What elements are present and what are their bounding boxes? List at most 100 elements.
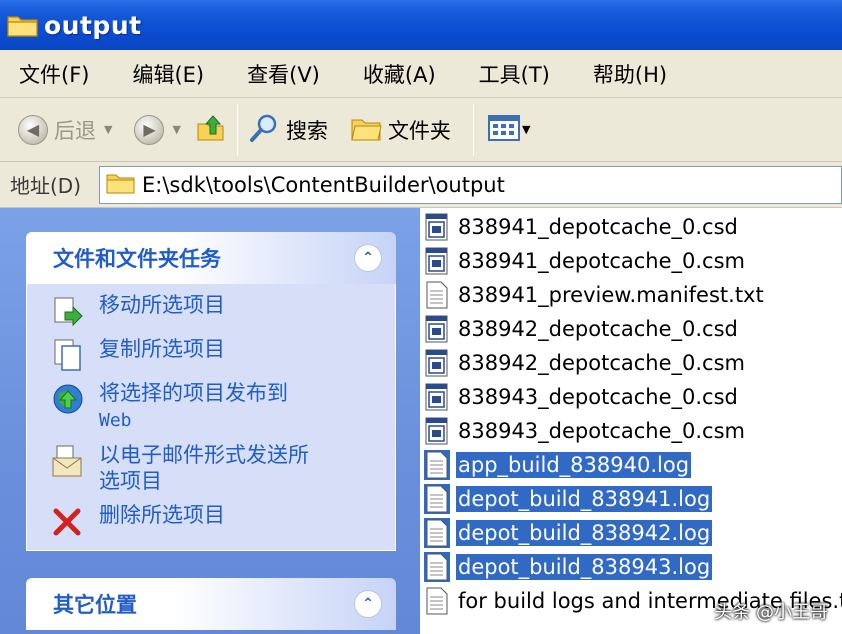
text-file-icon — [424, 586, 450, 616]
watermark: 头条 @小王哥 — [714, 602, 828, 623]
views-button[interactable]: ▼ — [487, 106, 530, 154]
folders-button[interactable]: 文件夹 — [350, 106, 451, 154]
toolbar-separator — [236, 103, 238, 156]
data-file-icon — [424, 382, 450, 412]
menu-favorites[interactable]: 收藏(A) — [363, 59, 436, 89]
menu-edit[interactable]: 编辑(E) — [132, 59, 204, 89]
menu-bar: 文件(F) 编辑(E) 查看(V) 收藏(A) 工具(T) 帮助(H) — [0, 50, 842, 98]
text-file-icon — [424, 280, 450, 310]
up-folder-button[interactable] — [195, 106, 227, 154]
file-name: app_build_838940.log — [456, 452, 692, 478]
file-list: 838941_depotcache_0.csd 838941_depotcache… — [420, 208, 842, 634]
task-label: 移动所选项目 — [99, 293, 225, 317]
file-name: 838942_depotcache_0.csm — [458, 351, 745, 375]
address-path: E:\sdk\tools\ContentBuilder\output — [142, 173, 505, 197]
back-dropdown-icon[interactable]: ▼ — [104, 123, 112, 136]
file-name: depot_build_838941.log — [456, 486, 713, 512]
folder-icon — [6, 12, 40, 38]
panel-title: 文件和文件夹任务 — [53, 247, 221, 271]
delete-icon — [51, 504, 85, 538]
file-name: depot_build_838943.log — [456, 554, 713, 580]
task-move[interactable]: 移动所选项目 — [51, 292, 385, 328]
file-tasks-body: 移动所选项目 复制所选项目 将选择的项目发布到 Web 以电子邮件形式发送所 选… — [26, 284, 396, 551]
text-file-icon — [424, 552, 450, 582]
file-name: 838941_preview.manifest.txt — [458, 283, 764, 307]
file-row[interactable]: 838941_preview.manifest.txt — [420, 278, 842, 312]
copy-icon — [51, 338, 85, 372]
file-tasks-panel: 文件和文件夹任务 ⌃ 移动所选项目 复制所选项目 将选择的项目发布到 Web 以… — [26, 232, 396, 551]
file-name: depot_build_838942.log — [456, 520, 713, 546]
task-label: 以电子邮件形式发送所 选项目 — [99, 442, 309, 494]
file-row[interactable]: 838942_depotcache_0.csm — [420, 346, 842, 380]
file-name: 838941_depotcache_0.csm — [458, 249, 745, 273]
title-bar[interactable]: output — [0, 0, 842, 50]
collapse-icon[interactable]: ⌃ — [354, 590, 382, 618]
data-file-icon — [424, 348, 450, 378]
move-icon — [51, 294, 85, 328]
file-row[interactable]: 838943_depotcache_0.csd — [420, 380, 842, 414]
views-grid-icon — [487, 114, 520, 146]
task-email[interactable]: 以电子邮件形式发送所 选项目 — [51, 442, 385, 494]
back-label: 后退 — [54, 118, 96, 143]
text-file-icon — [424, 450, 450, 480]
task-label-line1: 以电子邮件形式发送所 — [99, 443, 309, 467]
toolbar-separator — [472, 103, 474, 156]
address-input[interactable]: E:\sdk\tools\ContentBuilder\output — [99, 166, 842, 204]
task-publish-web[interactable]: 将选择的项目发布到 Web — [51, 380, 385, 434]
forward-button[interactable]: ▶ ▼ — [134, 106, 181, 154]
file-row[interactable]: 838941_depotcache_0.csd — [420, 210, 842, 244]
search-button[interactable]: 搜索 — [248, 106, 328, 154]
other-places-panel: 其它位置 ⌃ — [26, 578, 396, 630]
task-label-line1: 将选择的项目发布到 — [99, 381, 288, 405]
task-label-line2: Web — [99, 410, 132, 431]
task-label: 复制所选项目 — [99, 337, 225, 361]
menu-view[interactable]: 查看(V) — [247, 59, 320, 89]
data-file-icon — [424, 314, 450, 344]
file-name: 838941_depotcache_0.csd — [458, 215, 738, 239]
file-tasks-header[interactable]: 文件和文件夹任务 ⌃ — [26, 232, 396, 284]
text-file-icon — [424, 484, 450, 514]
menu-file[interactable]: 文件(F) — [19, 59, 89, 89]
data-file-icon — [424, 246, 450, 276]
address-bar: 地址(D) E:\sdk\tools\ContentBuilder\output — [0, 162, 842, 208]
task-label: 删除所选项目 — [99, 503, 225, 527]
file-row[interactable]: 838943_depotcache_0.csm — [420, 414, 842, 448]
task-pane: 文件和文件夹任务 ⌃ 移动所选项目 复制所选项目 将选择的项目发布到 Web 以… — [0, 208, 420, 634]
collapse-icon[interactable]: ⌃ — [354, 244, 382, 272]
back-arrow-icon: ◀ — [18, 114, 48, 145]
data-file-icon — [424, 416, 450, 446]
forward-arrow-icon: ▶ — [134, 114, 165, 145]
email-icon — [51, 444, 85, 478]
task-delete[interactable]: 删除所选项目 — [51, 502, 385, 538]
file-row[interactable]: depot_build_838941.log — [420, 482, 842, 516]
file-name: 838943_depotcache_0.csd — [458, 385, 738, 409]
back-button[interactable]: ◀ 后退 ▼ — [18, 106, 112, 154]
panel-title: 其它位置 — [53, 593, 137, 617]
address-label: 地址(D) — [10, 174, 82, 198]
file-name: 838942_depotcache_0.csd — [458, 317, 738, 341]
file-row[interactable]: 838942_depotcache_0.csd — [420, 312, 842, 346]
search-label: 搜索 — [285, 118, 328, 143]
folder-icon — [106, 171, 136, 199]
search-icon — [248, 112, 280, 148]
menu-help[interactable]: 帮助(H) — [593, 59, 667, 89]
other-places-header[interactable]: 其它位置 ⌃ — [26, 578, 396, 630]
menu-tools[interactable]: 工具(T) — [479, 59, 550, 89]
file-row[interactable]: 838941_depotcache_0.csm — [420, 244, 842, 278]
toolbar: ◀ 后退 ▼ ▶ ▼ 搜索 文件夹 ▼ — [0, 98, 842, 162]
folders-label: 文件夹 — [387, 118, 451, 143]
window-title: output — [44, 10, 142, 40]
file-row[interactable]: depot_build_838942.log — [420, 516, 842, 550]
file-name: 838943_depotcache_0.csm — [458, 419, 745, 443]
file-row[interactable]: depot_build_838943.log — [420, 550, 842, 584]
views-dropdown-icon[interactable]: ▼ — [522, 123, 530, 136]
task-copy[interactable]: 复制所选项目 — [51, 336, 385, 372]
folders-icon — [350, 114, 382, 146]
task-label-line2: 选项目 — [99, 469, 162, 493]
data-file-icon — [424, 212, 450, 242]
forward-dropdown-icon[interactable]: ▼ — [172, 123, 180, 136]
publish-web-icon — [51, 382, 85, 416]
text-file-icon — [424, 518, 450, 548]
task-label: 将选择的项目发布到 Web — [99, 380, 288, 434]
file-row[interactable]: app_build_838940.log — [420, 448, 842, 482]
